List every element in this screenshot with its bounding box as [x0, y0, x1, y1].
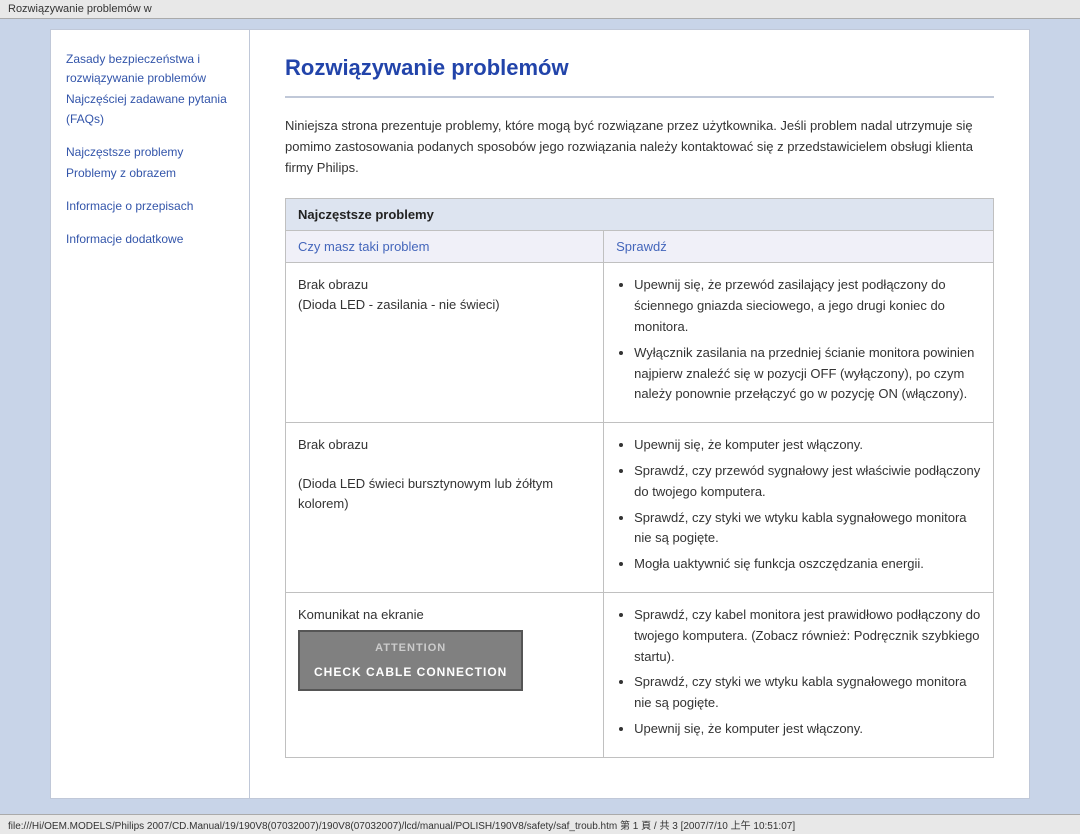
section-header: Najczęstsze problemy: [286, 199, 993, 231]
solution-cell-2: Upewnij się, że komputer jest włączony. …: [604, 423, 993, 592]
status-bar: file:///Hi/OEM.MODELS/Philips 2007/CD.Ma…: [0, 814, 1080, 834]
table-row: Brak obrazu(Dioda LED świeci bursztynowy…: [286, 423, 993, 593]
title-divider: [285, 96, 994, 98]
sidebar-item-additional[interactable]: Informacje dodatkowe: [66, 230, 234, 249]
solution-item: Sprawdź, czy przewód sygnałowy jest właś…: [634, 461, 981, 503]
col-problem-header: Czy masz taki problem: [286, 231, 604, 262]
attention-message: CHECK CABLE CONNECTION: [314, 663, 507, 681]
problems-table: Najczęstsze problemy Czy masz taki probl…: [285, 198, 994, 757]
solution-item: Wyłącznik zasilania na przedniej ścianie…: [634, 343, 981, 405]
solution-item: Sprawdź, czy kabel monitora jest prawidł…: [634, 605, 981, 667]
problem-label-3: Komunikat na ekranie: [298, 607, 424, 622]
col-check-header: Sprawdź: [604, 231, 993, 262]
right-panel: [1030, 29, 1070, 799]
table-header-row: Czy masz taki problem Sprawdź: [286, 231, 993, 263]
sidebar-item-image[interactable]: Problemy z obrazem: [66, 164, 234, 183]
content-area: Rozwiązywanie problemów Niniejsza strona…: [250, 29, 1030, 799]
sidebar-item-faq[interactable]: Najczęściej zadawane pytania (FAQs): [66, 90, 234, 128]
solution-item: Sprawdź, czy styki we wtyku kabla sygnał…: [634, 672, 981, 714]
solution-item: Sprawdź, czy styki we wtyku kabla sygnał…: [634, 508, 981, 550]
sidebar-item-safety[interactable]: Zasady bezpieczeństwa i rozwiązywanie pr…: [66, 50, 234, 88]
solution-cell-1: Upewnij się, że przewód zasilający jest …: [604, 263, 993, 422]
title-bar-text: Rozwiązywanie problemów w: [8, 3, 152, 15]
solution-item: Mogła uaktywnić się funkcja oszczędzania…: [634, 554, 981, 575]
sidebar-item-regulations[interactable]: Informacje o przepisach: [66, 197, 234, 216]
problem-cell-2: Brak obrazu(Dioda LED świeci bursztynowy…: [286, 423, 604, 592]
page-title: Rozwiązywanie problemów: [285, 55, 994, 81]
solution-cell-3: Sprawdź, czy kabel monitora jest prawidł…: [604, 593, 993, 757]
sidebar: Zasady bezpieczeństwa i rozwiązywanie pr…: [50, 29, 250, 799]
problem-cell-1: Brak obrazu(Dioda LED - zasilania - nie …: [286, 263, 604, 422]
main-wrapper: Zasady bezpieczeństwa i rozwiązywanie pr…: [0, 19, 1080, 809]
intro-text: Niniejsza strona prezentuje problemy, kt…: [285, 116, 994, 178]
solution-item: Upewnij się, że przewód zasilający jest …: [634, 275, 981, 337]
solution-item: Upewnij się, że komputer jest włączony.: [634, 435, 981, 456]
solution-item: Upewnij się, że komputer jest włączony.: [634, 719, 981, 740]
sidebar-item-common[interactable]: Najczęstsze problemy: [66, 143, 234, 162]
problem-text-2: Brak obrazu(Dioda LED świeci bursztynowy…: [298, 437, 553, 511]
status-bar-text: file:///Hi/OEM.MODELS/Philips 2007/CD.Ma…: [8, 821, 795, 832]
left-panel: [10, 29, 50, 799]
title-bar: Rozwiązywanie problemów w: [0, 0, 1080, 19]
table-row: Brak obrazu(Dioda LED - zasilania - nie …: [286, 263, 993, 423]
problem-cell-3: Komunikat na ekranie ATTENTION CHECK CAB…: [286, 593, 604, 757]
problem-text-1: Brak obrazu(Dioda LED - zasilania - nie …: [298, 277, 500, 312]
attention-title: ATTENTION: [314, 640, 507, 657]
table-row: Komunikat na ekranie ATTENTION CHECK CAB…: [286, 593, 993, 757]
attention-box: ATTENTION CHECK CABLE CONNECTION: [298, 630, 523, 691]
